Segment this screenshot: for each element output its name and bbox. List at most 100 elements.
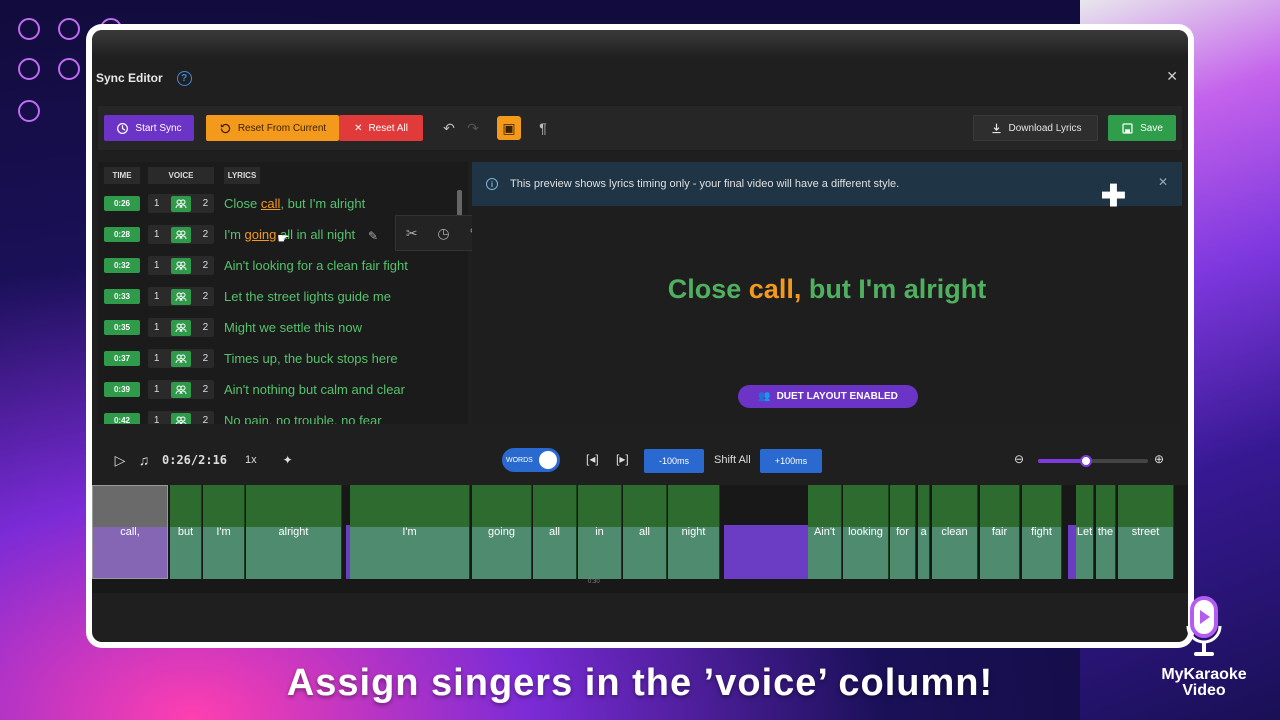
scissors-icon[interactable]: ✂	[406, 225, 418, 242]
jump-end-icon[interactable]: [▸]	[616, 452, 629, 466]
voice-2[interactable]: 2	[203, 353, 209, 364]
timeline-word-segment[interactable]: Ain't	[808, 485, 842, 579]
voice-1[interactable]: 1	[154, 384, 160, 395]
timeline-word-segment[interactable]: all	[533, 485, 577, 579]
timeline-word-segment[interactable]: going	[472, 485, 532, 579]
timeline-word-segment[interactable]: I'm	[203, 485, 245, 579]
voice-1[interactable]: 1	[154, 322, 160, 333]
lyric-text[interactable]: No pain, no trouble, no fear	[224, 413, 382, 424]
voice-cell[interactable]: 12	[148, 349, 214, 368]
save-button[interactable]: Save	[1108, 115, 1176, 141]
lyric-row[interactable]: 0:37 1 2 Times up, the buck stops here	[98, 343, 468, 374]
close-icon[interactable]: ✕	[1166, 68, 1178, 85]
duet-users-icon[interactable]	[171, 226, 191, 243]
timeline-word-segment[interactable]: but	[170, 485, 202, 579]
lyric-text[interactable]: Times up, the buck stops here	[224, 351, 398, 366]
jump-start-icon[interactable]: [◂]	[586, 452, 599, 466]
voice-cell[interactable]: 12	[148, 380, 214, 399]
question-icon[interactable]: ?	[176, 70, 192, 86]
clock-icon[interactable]: ◷	[437, 225, 449, 242]
lyric-row[interactable]: 0:42 1 2 No pain, no trouble, no fear	[98, 405, 468, 424]
preview-mode-icon[interactable]: ▣	[497, 116, 521, 140]
voice-cell[interactable]: 12	[148, 194, 214, 213]
lyric-text[interactable]: Close call, but I'm alright	[224, 196, 365, 211]
voice-cell[interactable]: 12	[148, 225, 214, 244]
duet-users-icon[interactable]	[171, 381, 191, 398]
start-sync-button[interactable]: Start Sync	[104, 115, 194, 141]
words-toggle[interactable]: WORDS	[502, 448, 560, 472]
voice-2[interactable]: 2	[203, 322, 209, 333]
pin-icon[interactable]: ✦	[283, 453, 293, 467]
timeline-word-segment[interactable]: all	[623, 485, 667, 579]
lyric-text[interactable]: I'm going all in all night	[224, 227, 355, 242]
lyric-row[interactable]: 0:35 1 2 Might we settle this now	[98, 312, 468, 343]
voice-2[interactable]: 2	[203, 229, 209, 240]
plus-100ms-button[interactable]: +100ms	[760, 449, 822, 473]
time-badge[interactable]: 0:26	[104, 196, 140, 211]
timeline-word-segment[interactable]: for	[890, 485, 916, 579]
timeline-word-segment[interactable]: in	[578, 485, 622, 579]
zoom-slider-handle[interactable]	[1080, 455, 1092, 467]
timeline-word-segment[interactable]: night	[668, 485, 720, 579]
voice-cell[interactable]: 12	[148, 256, 214, 275]
voice-1[interactable]: 1	[154, 353, 160, 364]
speed-control[interactable]: 1x	[245, 454, 257, 466]
pencil-icon[interactable]: ✎	[368, 229, 378, 243]
zoom-in-icon[interactable]: ⊕	[1154, 452, 1164, 466]
duet-users-icon[interactable]	[171, 412, 191, 424]
voice-2[interactable]: 2	[203, 415, 209, 424]
timeline-word-segment[interactable]: street	[1118, 485, 1174, 579]
time-badge[interactable]: 0:32	[104, 258, 140, 273]
time-badge[interactable]: 0:39	[104, 382, 140, 397]
timeline-word-segment[interactable]: alright	[246, 485, 342, 579]
undo-icon[interactable]: ↶	[437, 116, 461, 140]
lyric-text[interactable]: Let the street lights guide me	[224, 289, 391, 304]
lyric-text[interactable]: Might we settle this now	[224, 320, 362, 335]
voice-cell[interactable]: 12	[148, 287, 214, 306]
voice-2[interactable]: 2	[203, 198, 209, 209]
duet-users-icon[interactable]	[171, 257, 191, 274]
timeline-word-segment[interactable]: call,	[92, 485, 168, 579]
duet-users-icon[interactable]	[171, 288, 191, 305]
minus-100ms-button[interactable]: -100ms	[644, 449, 704, 473]
timeline-word-segment[interactable]: the	[1096, 485, 1116, 579]
voice-1[interactable]: 1	[154, 415, 160, 424]
close-icon[interactable]: ✕	[1158, 175, 1168, 189]
lyric-text[interactable]: Ain't nothing but calm and clear	[224, 382, 405, 397]
voice-1[interactable]: 1	[154, 229, 160, 240]
reset-all-button[interactable]: ✕ Reset All	[339, 115, 423, 141]
voice-1[interactable]: 1	[154, 291, 160, 302]
waveform-timeline[interactable]: call, but I'm alright I'm going all in all night A…	[92, 485, 1188, 593]
lyric-row[interactable]: 0:33 1 2 Let the street lights guide me	[98, 281, 468, 312]
lyric-text[interactable]: Ain't looking for a clean fair fight	[224, 258, 408, 273]
voice-2[interactable]: 2	[203, 291, 209, 302]
timeline-word-segment[interactable]: Let	[1076, 485, 1094, 579]
voice-1[interactable]: 1	[154, 260, 160, 271]
download-lyrics-button[interactable]: Download Lyrics	[973, 115, 1098, 141]
voice-cell[interactable]: 12	[148, 411, 214, 424]
timeline-word-segment[interactable]: clean	[932, 485, 978, 579]
redo-icon[interactable]: ↷	[461, 116, 485, 140]
time-badge[interactable]: 0:33	[104, 289, 140, 304]
voice-2[interactable]: 2	[203, 384, 209, 395]
lyric-row[interactable]: 0:39 1 2 Ain't nothing but calm and clear	[98, 374, 468, 405]
reset-from-current-button[interactable]: Reset From Current	[206, 115, 339, 141]
play-icon[interactable]: ▷	[108, 448, 132, 472]
music-note-icon[interactable]: ♫	[132, 448, 156, 472]
time-badge[interactable]: 0:28	[104, 227, 140, 242]
time-badge[interactable]: 0:42	[104, 413, 140, 424]
timeline-word-segment[interactable]: fair	[980, 485, 1020, 579]
time-badge[interactable]: 0:35	[104, 320, 140, 335]
timeline-word-segment[interactable]: looking	[843, 485, 889, 579]
paragraph-icon[interactable]: ¶	[531, 116, 555, 140]
voice-cell[interactable]: 12	[148, 318, 214, 337]
lyric-row[interactable]: 0:32 1 2 Ain't looking for a clean fair fig…	[98, 250, 468, 281]
voice-1[interactable]: 1	[154, 198, 160, 209]
duet-users-icon[interactable]	[171, 350, 191, 367]
time-badge[interactable]: 0:37	[104, 351, 140, 366]
duet-users-icon[interactable]	[171, 319, 191, 336]
duet-users-icon[interactable]	[171, 195, 191, 212]
timeline-word-segment[interactable]: a	[918, 485, 930, 579]
timeline-word-segment[interactable]: fight	[1022, 485, 1062, 579]
zoom-out-icon[interactable]: ⊖	[1014, 452, 1024, 466]
